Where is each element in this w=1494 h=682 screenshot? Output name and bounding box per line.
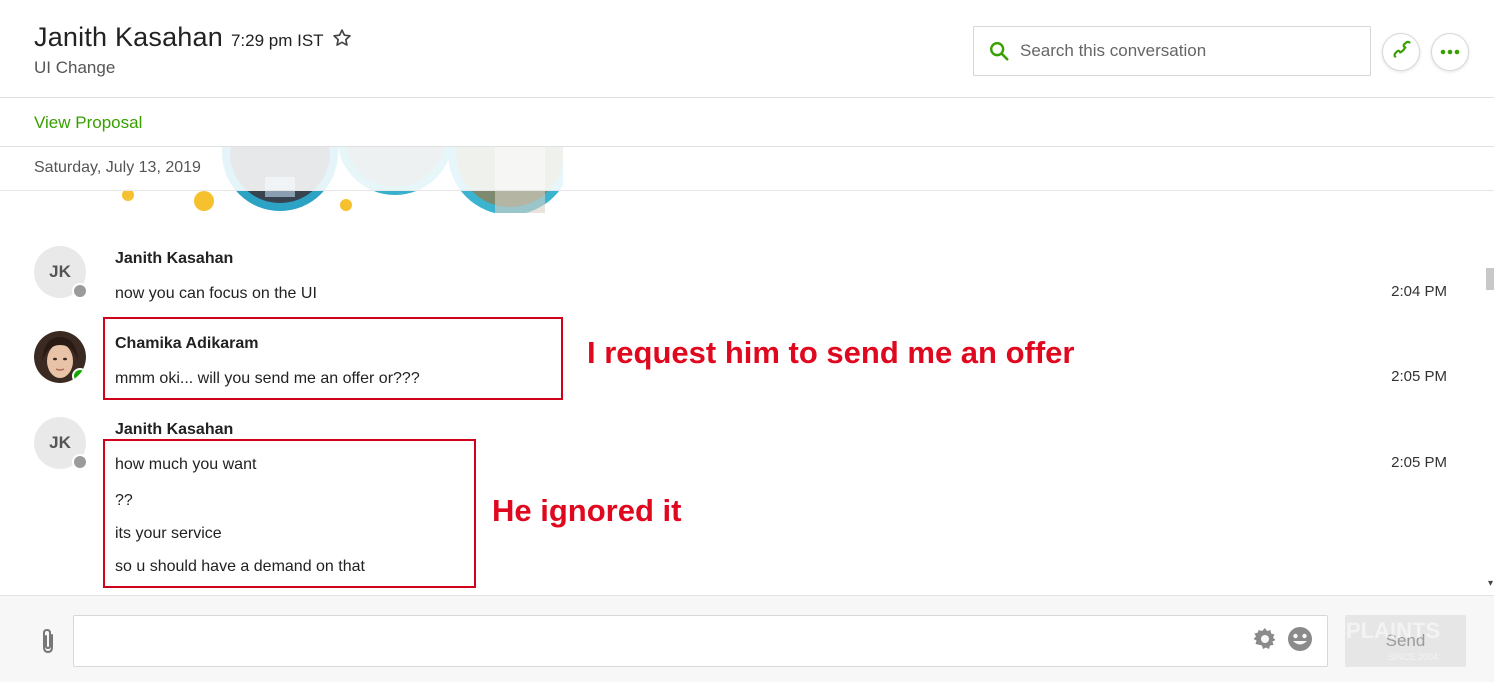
message-time: 2:05 PM <box>1391 368 1447 385</box>
emoji-icon[interactable] <box>1286 625 1314 653</box>
send-button[interactable]: Send <box>1345 615 1466 667</box>
date-divider: Saturday, July 13, 2019 <box>0 147 1494 191</box>
avatar[interactable] <box>34 331 86 383</box>
annotation-ignored: He ignored it <box>492 493 682 528</box>
status-indicator <box>72 283 88 299</box>
avatar-initials: JK <box>49 262 71 281</box>
contact-local-time: 7:29 pm IST <box>230 31 324 50</box>
avatar[interactable]: JK <box>34 246 88 299</box>
message-time: 2:05 PM <box>1391 454 1447 471</box>
gear-icon[interactable] <box>1252 626 1278 652</box>
conversation-header: Janith Kasahan 7:29 pm IST UI Change <box>0 0 1494 98</box>
date-divider-label: Saturday, July 13, 2019 <box>34 159 201 176</box>
search-box[interactable] <box>973 26 1371 76</box>
phone-icon <box>1391 40 1411 65</box>
paperclip-icon[interactable] <box>36 627 60 655</box>
annotation-offer-request: I request him to send me an offer <box>587 335 1075 370</box>
scrollbar-thumb[interactable] <box>1486 268 1494 290</box>
message-list[interactable]: Saturday, July 13, 2019 JK Janith Kasaha… <box>0 147 1494 595</box>
conversation-subtitle: UI Change <box>34 58 116 77</box>
avatar[interactable]: JK <box>34 417 88 470</box>
message-composer: Send PLAINTS SINCE 2004 <box>0 595 1494 682</box>
contact-name[interactable]: Janith Kasahan <box>34 22 223 53</box>
call-button[interactable] <box>1382 33 1420 71</box>
proposal-bar: View Proposal <box>0 98 1494 147</box>
message-sender[interactable]: Janith Kasahan <box>115 421 233 439</box>
message-sender[interactable]: Janith Kasahan <box>115 250 233 268</box>
more-options-button[interactable] <box>1431 33 1469 71</box>
status-indicator <box>72 368 86 383</box>
highlight-box-offer-request <box>103 317 563 400</box>
view-proposal-link[interactable]: View Proposal <box>34 113 142 133</box>
search-icon <box>988 40 1010 62</box>
title-row: Janith Kasahan 7:29 pm IST <box>34 22 352 53</box>
scroll-down-arrow-icon[interactable]: ▾ <box>1488 578 1493 589</box>
message-text: now you can focus on the UI <box>115 285 317 302</box>
search-input[interactable] <box>1020 41 1360 61</box>
highlight-box-ignored <box>103 439 476 588</box>
message-input[interactable] <box>73 615 1328 667</box>
status-indicator <box>72 454 88 470</box>
ellipsis-icon <box>1440 43 1460 61</box>
message-time: 2:04 PM <box>1391 283 1447 300</box>
avatar-initials: JK <box>49 433 71 452</box>
star-icon[interactable] <box>332 28 352 48</box>
